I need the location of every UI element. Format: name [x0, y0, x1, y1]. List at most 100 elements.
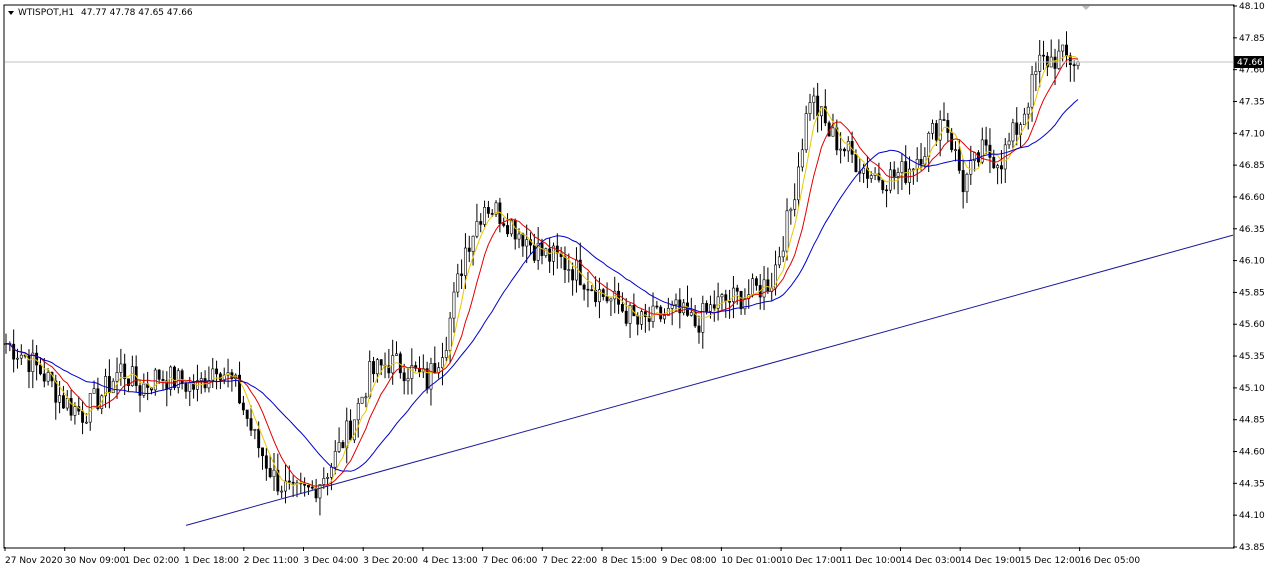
candle	[425, 368, 429, 390]
candle	[506, 225, 509, 235]
candle	[812, 95, 816, 103]
candle	[586, 288, 590, 291]
candle	[984, 139, 988, 146]
y-tick-label: 47.35	[1239, 97, 1265, 107]
candle	[1026, 106, 1030, 115]
x-tick-label: 2 Dec 11:00	[244, 556, 299, 566]
candle	[548, 248, 552, 262]
candle	[839, 148, 843, 151]
y-tick-label: 48.10	[1239, 2, 1265, 12]
x-tick-label: 8 Dec 15:00	[602, 556, 657, 566]
x-tick-label: 15 Dec 12:00	[1020, 556, 1081, 566]
candle	[287, 480, 291, 483]
candle	[712, 304, 716, 309]
candle	[249, 418, 253, 431]
candle	[843, 148, 846, 152]
x-tick-label: 1 Dec 02:00	[124, 556, 179, 566]
candle	[900, 161, 904, 173]
candle	[674, 299, 678, 306]
candle	[999, 165, 1003, 170]
candle	[567, 269, 571, 271]
candle	[329, 466, 333, 478]
chart-window: 48.10 47.85 47.60 47.35 47.10 46.85 46.60 46.35…	[0, 0, 1275, 575]
chart-frame	[3, 4, 1235, 549]
candle	[777, 256, 781, 266]
candle	[896, 172, 900, 177]
candle	[372, 361, 375, 375]
y-tick-label: 45.60	[1239, 320, 1265, 330]
x-tick-label: 9 Dec 08:00	[662, 556, 717, 566]
candle	[35, 352, 39, 366]
x-tick-label: 11 Dec 10:00	[841, 556, 902, 566]
candle	[854, 153, 858, 172]
y-tick-label: 45.35	[1239, 352, 1265, 362]
candle	[479, 221, 483, 225]
candle	[84, 421, 88, 424]
x-tick-label: 30 Nov 09:00	[65, 556, 126, 566]
candle	[486, 207, 490, 214]
candle	[184, 383, 188, 392]
ohlc-readout: 47.77 47.78 47.65 47.66	[81, 8, 193, 18]
candle	[54, 380, 58, 403]
candle	[908, 168, 911, 183]
y-tick-label: 44.60	[1239, 448, 1265, 458]
candle	[831, 127, 835, 137]
candle	[460, 273, 464, 276]
y-tick-label: 46.85	[1239, 161, 1265, 171]
candle	[846, 141, 850, 152]
candle	[892, 169, 896, 177]
x-tick-label: 14 Dec 19:00	[960, 556, 1021, 566]
y-tick-label: 45.10	[1239, 384, 1265, 394]
y-tick-label: 47.85	[1239, 34, 1265, 44]
x-tick-label: 10 Dec 01:00	[721, 556, 782, 566]
candle	[1034, 71, 1038, 75]
candle	[1061, 44, 1065, 52]
y-tick-label: 44.35	[1239, 479, 1265, 489]
candle	[61, 395, 65, 409]
candle	[1011, 122, 1015, 142]
candle	[705, 303, 709, 312]
candle	[337, 442, 341, 452]
candle	[245, 409, 249, 419]
candle	[709, 304, 712, 312]
candle	[310, 486, 314, 489]
candle	[620, 304, 624, 312]
candle	[735, 287, 739, 292]
candle	[39, 364, 42, 375]
y-tick-label: 45.85	[1239, 288, 1265, 298]
candle	[322, 478, 326, 485]
candle	[1030, 74, 1034, 108]
candle	[360, 396, 364, 404]
candle	[69, 398, 73, 416]
candle	[659, 306, 663, 320]
candle	[452, 291, 456, 319]
candle	[180, 370, 184, 384]
candle	[934, 123, 938, 141]
candle	[609, 298, 613, 302]
candle	[624, 310, 628, 324]
candle	[444, 350, 448, 358]
candle	[395, 353, 398, 356]
candle	[532, 244, 536, 261]
candle	[800, 149, 804, 168]
candle	[58, 395, 62, 403]
candle	[946, 120, 950, 133]
candle	[525, 239, 529, 247]
candle	[571, 269, 575, 281]
candle	[261, 447, 264, 457]
candle	[1007, 140, 1011, 146]
candle	[1072, 64, 1076, 66]
y-tick-label: 44.10	[1239, 511, 1265, 521]
candle	[268, 468, 272, 478]
candle	[241, 402, 245, 411]
candle	[326, 477, 330, 479]
candle	[521, 233, 525, 247]
candle	[31, 352, 35, 372]
x-tick-label: 3 Dec 04:00	[304, 556, 359, 566]
candle	[264, 455, 268, 469]
candle	[751, 278, 755, 295]
candle	[280, 490, 284, 493]
candle	[1076, 61, 1080, 66]
candle	[119, 363, 123, 373]
y-tick-label: 46.10	[1239, 257, 1265, 267]
